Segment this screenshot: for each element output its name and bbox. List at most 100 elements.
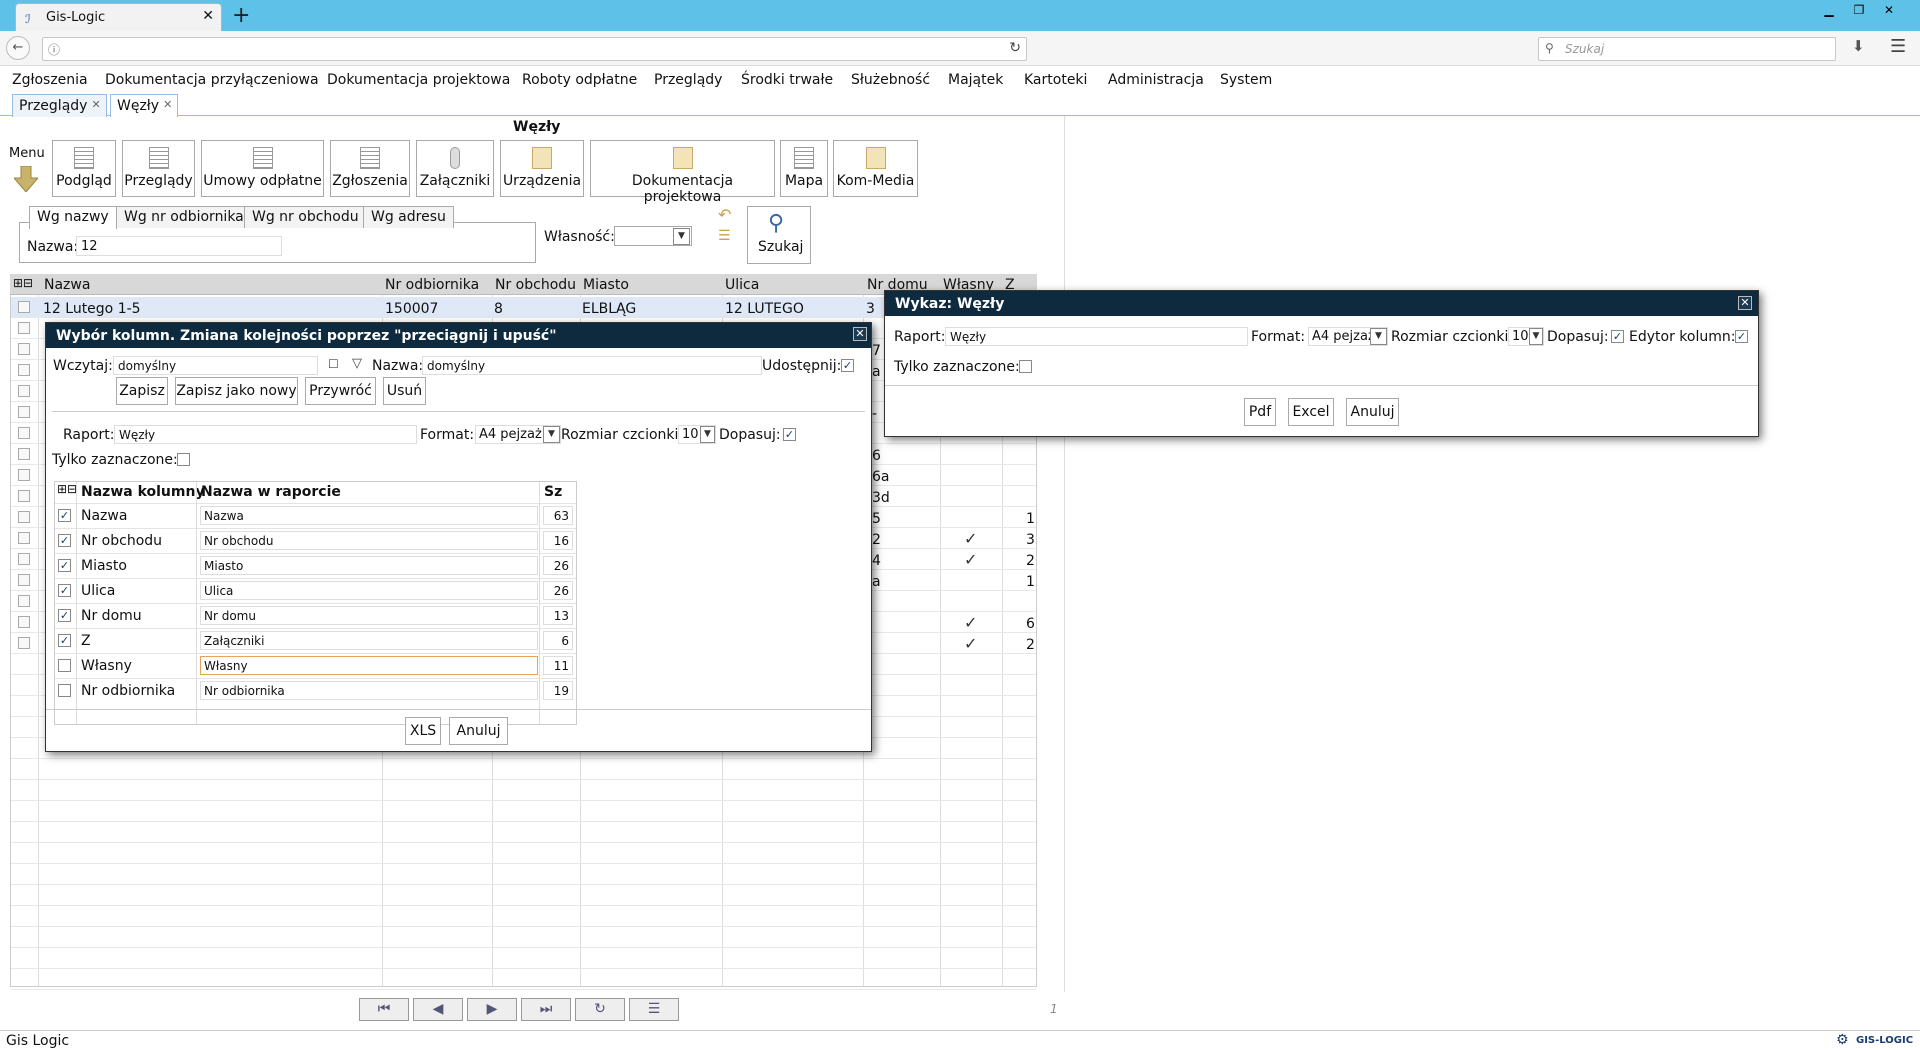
column-visible-checkbox[interactable]: ✓ xyxy=(58,584,71,597)
name-search-input[interactable]: 12 xyxy=(76,236,282,256)
close-icon[interactable]: ✕ xyxy=(163,98,172,111)
table-row[interactable] xyxy=(11,842,1036,843)
fit-checkbox[interactable]: ✓ xyxy=(783,428,796,441)
browser-search-input[interactable]: ⚲ Szukaj xyxy=(1538,37,1836,61)
menu-item-zgloszenia[interactable]: Zgłoszenia xyxy=(12,72,88,88)
hamburger-menu-icon[interactable]: ☰ xyxy=(1890,36,1906,57)
column-width-input[interactable]: 19 xyxy=(543,681,573,700)
column-width-input[interactable]: 6 xyxy=(543,631,573,650)
restore-button[interactable]: Przywróć xyxy=(305,377,376,405)
column-width-input[interactable]: 16 xyxy=(543,531,573,550)
report-column-name-input[interactable]: Ulica xyxy=(200,581,538,600)
column-width-input[interactable]: 13 xyxy=(543,606,573,625)
column-width-input[interactable]: 63 xyxy=(543,506,573,525)
font-size-select[interactable]: 10 ▼ xyxy=(1508,327,1544,346)
table-row[interactable] xyxy=(55,503,576,504)
table-row[interactable] xyxy=(55,578,576,579)
column-visible-checkbox[interactable] xyxy=(58,684,71,697)
close-icon[interactable]: ✕ xyxy=(853,327,867,341)
col-header-nazwa[interactable]: Nazwa xyxy=(44,277,90,293)
menu-item-przeglady[interactable]: Przeglądy xyxy=(654,72,722,88)
minimize-icon[interactable]: ▁ xyxy=(1816,0,1842,20)
selected-only-checkbox[interactable] xyxy=(177,453,190,466)
save-button[interactable]: Zapisz xyxy=(116,377,168,405)
menu-item-administracja[interactable]: Administracja xyxy=(1108,72,1204,88)
report-column-name-input[interactable]: Miasto xyxy=(200,556,538,575)
table-row[interactable] xyxy=(55,678,576,679)
back-button[interactable]: ← xyxy=(6,36,30,60)
column-width-input[interactable]: 26 xyxy=(543,556,573,575)
column-width-input[interactable]: 26 xyxy=(543,581,573,600)
last-page-button[interactable]: ⏭ xyxy=(521,998,571,1021)
close-tab-icon[interactable]: ✕ xyxy=(202,8,214,24)
row-checkbox[interactable] xyxy=(18,574,30,586)
row-checkbox[interactable] xyxy=(18,427,30,439)
menu-item-roboty-odplatne[interactable]: Roboty odpłatne xyxy=(522,72,637,88)
report-column-name-input[interactable]: Własny xyxy=(200,656,538,675)
ownership-select[interactable]: ▼ xyxy=(614,226,692,246)
load-layout-select[interactable]: domyślny xyxy=(113,356,318,375)
row-checkbox[interactable] xyxy=(18,490,30,502)
row-checkbox[interactable] xyxy=(18,553,30,565)
new-tab-button[interactable]: + xyxy=(232,3,250,28)
search-tab-wg-nr-obchodu[interactable]: Wg nr obchodu xyxy=(244,206,367,228)
cancel-button[interactable]: Anuluj xyxy=(1346,398,1399,426)
menu-item-dok-przylaczeniowa[interactable]: Dokumentacja przyłączeniowa xyxy=(105,72,319,88)
column-visible-checkbox[interactable]: ✓ xyxy=(58,634,71,647)
expand-collapse-icon[interactable]: ⊞⊟ xyxy=(13,276,33,290)
row-checkbox[interactable] xyxy=(18,637,30,649)
info-icon[interactable]: ⓘ xyxy=(48,41,60,58)
url-bar[interactable]: ⓘ ↻ xyxy=(42,37,1027,61)
menu-item-kartoteki[interactable]: Kartoteki xyxy=(1024,72,1087,88)
table-row[interactable] xyxy=(55,628,576,629)
menu-item-srodki-trwale[interactable]: Środki trwałe xyxy=(741,72,833,88)
table-row[interactable] xyxy=(11,779,1036,780)
column-editor-checkbox[interactable]: ✓ xyxy=(1735,330,1748,343)
column-visible-checkbox[interactable]: ✓ xyxy=(58,509,71,522)
table-row[interactable] xyxy=(11,863,1036,864)
toolbar-mapa-button[interactable]: Mapa xyxy=(780,140,828,197)
column-width-input[interactable]: 11 xyxy=(543,656,573,675)
download-icon[interactable]: ⬇ xyxy=(1852,37,1865,55)
table-row[interactable] xyxy=(55,653,576,654)
format-select[interactable]: A4 pejzaż ▼ xyxy=(475,425,561,444)
refresh-button[interactable]: ↻ xyxy=(575,998,625,1021)
col-header-nr-odbiornika[interactable]: Nr odbiornika xyxy=(385,277,479,293)
column-visible-checkbox[interactable] xyxy=(58,659,71,672)
row-checkbox[interactable] xyxy=(18,301,30,313)
menu-arrow-icon[interactable] xyxy=(14,166,38,192)
column-visible-checkbox[interactable]: ✓ xyxy=(58,559,71,572)
cancel-button[interactable]: Anuluj xyxy=(449,717,508,745)
report-name-input[interactable]: Węzły xyxy=(945,327,1248,346)
table-row[interactable] xyxy=(11,905,1036,906)
list-view-button[interactable]: ☰ xyxy=(629,998,679,1021)
search-tab-wg-adresu[interactable]: Wg adresu xyxy=(363,206,454,228)
row-checkbox[interactable] xyxy=(18,469,30,481)
menu-item-system[interactable]: System xyxy=(1220,72,1272,88)
tab-wezly[interactable]: Węzły ✕ xyxy=(110,94,178,117)
menu-item-dok-projektowa[interactable]: Dokumentacja projektowa xyxy=(327,72,510,88)
row-checkbox[interactable] xyxy=(18,595,30,607)
table-row[interactable] xyxy=(11,968,1036,969)
row-checkbox[interactable] xyxy=(18,511,30,523)
toolbar-podglad-button[interactable]: Podgląd xyxy=(52,140,116,197)
restore-icon[interactable]: ❐ xyxy=(1846,0,1872,20)
table-row-selected[interactable] xyxy=(11,297,1036,318)
row-checkbox[interactable] xyxy=(18,322,30,334)
expand-collapse-icon[interactable]: ⊞⊟ xyxy=(57,482,77,496)
table-row[interactable] xyxy=(11,947,1036,948)
table-row[interactable] xyxy=(11,821,1036,822)
row-checkbox[interactable] xyxy=(18,385,30,397)
toolbar-kom-media-button[interactable]: Kom-Media xyxy=(833,140,918,197)
row-checkbox[interactable] xyxy=(18,364,30,376)
report-name-input[interactable]: Węzły xyxy=(114,425,417,444)
search-button[interactable]: ⚲ Szukaj xyxy=(747,206,811,264)
toolbar-umowy-button[interactable]: Umowy odpłatne xyxy=(201,140,324,197)
first-page-button[interactable]: ⏮ xyxy=(359,998,409,1021)
column-visible-checkbox[interactable]: ✓ xyxy=(58,609,71,622)
table-row[interactable] xyxy=(11,317,1036,318)
excel-button[interactable]: Excel xyxy=(1288,398,1334,426)
report-column-name-input[interactable]: Załączniki xyxy=(200,631,538,650)
row-checkbox[interactable] xyxy=(18,406,30,418)
save-as-new-button[interactable]: Zapisz jako nowy xyxy=(175,377,298,405)
